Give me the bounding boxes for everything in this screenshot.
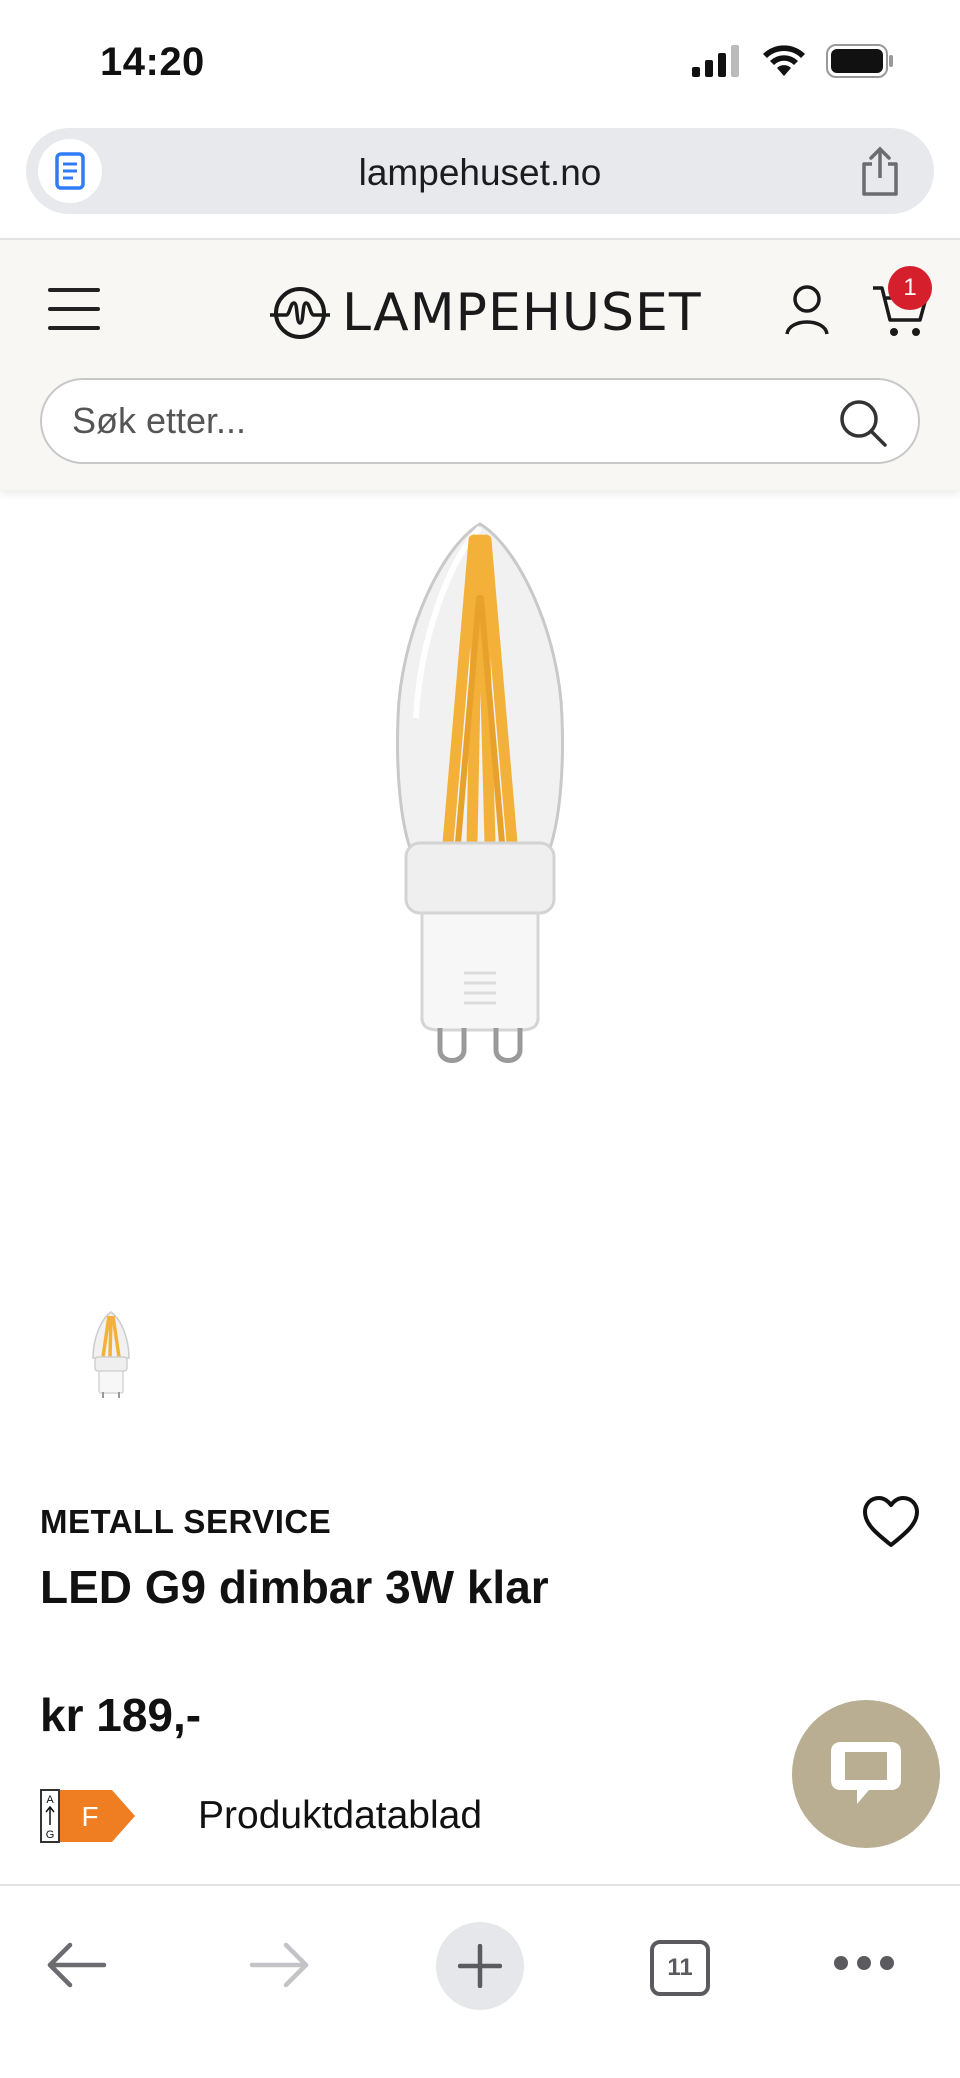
more-icon[interactable] (834, 1956, 894, 1974)
site-logo[interactable]: LAMPEHUSET (268, 280, 702, 346)
plus-icon (458, 1944, 502, 1988)
energy-label-icon[interactable]: A G F (40, 1789, 136, 1843)
product-title: LED G9 dimbar 3W klar (40, 1561, 549, 1613)
product-thumbnail[interactable] (78, 1310, 144, 1402)
energy-scale-bottom: G (46, 1829, 55, 1841)
chat-icon (831, 1742, 901, 1804)
search-bar[interactable] (40, 378, 920, 464)
back-arrow-icon[interactable] (46, 1940, 108, 1990)
product-image[interactable] (380, 518, 580, 1073)
search-icon[interactable] (838, 398, 888, 448)
forward-arrow-icon[interactable] (248, 1940, 310, 1990)
product-brand[interactable]: METALL SERVICE (40, 1503, 331, 1541)
tabs-icon[interactable]: 11 (650, 1940, 710, 1996)
hamburger-menu-icon[interactable] (48, 288, 100, 330)
url-text[interactable]: lampehuset.no (26, 152, 934, 194)
account-icon[interactable] (784, 284, 830, 336)
wifi-icon (763, 45, 805, 76)
energy-scale-top: A (46, 1794, 54, 1806)
logo-text: LAMPEHUSET (342, 283, 702, 343)
datasheet-link[interactable]: Produktdatablad (198, 1794, 482, 1838)
browser-toolbar: 11 (0, 1884, 960, 2078)
energy-class: F (81, 1801, 98, 1832)
energy-row: A G F Produktdatablad (40, 1788, 482, 1844)
status-icons (692, 44, 896, 78)
status-bar: 14:20 (0, 0, 960, 120)
status-time: 14:20 (100, 40, 205, 84)
heart-icon[interactable] (862, 1495, 920, 1549)
cellular-signal-icon (692, 45, 739, 77)
search-input[interactable] (72, 396, 832, 446)
product-price: kr 189,- (40, 1689, 202, 1741)
new-tab-button[interactable] (436, 1922, 524, 2010)
share-icon[interactable] (856, 146, 904, 198)
battery-icon (826, 44, 893, 78)
chat-button[interactable] (792, 1700, 940, 1848)
address-bar[interactable]: lampehuset.no (26, 128, 934, 214)
lampehuset-logo-icon (270, 287, 330, 339)
cart-count-badge[interactable]: 1 (888, 266, 932, 310)
